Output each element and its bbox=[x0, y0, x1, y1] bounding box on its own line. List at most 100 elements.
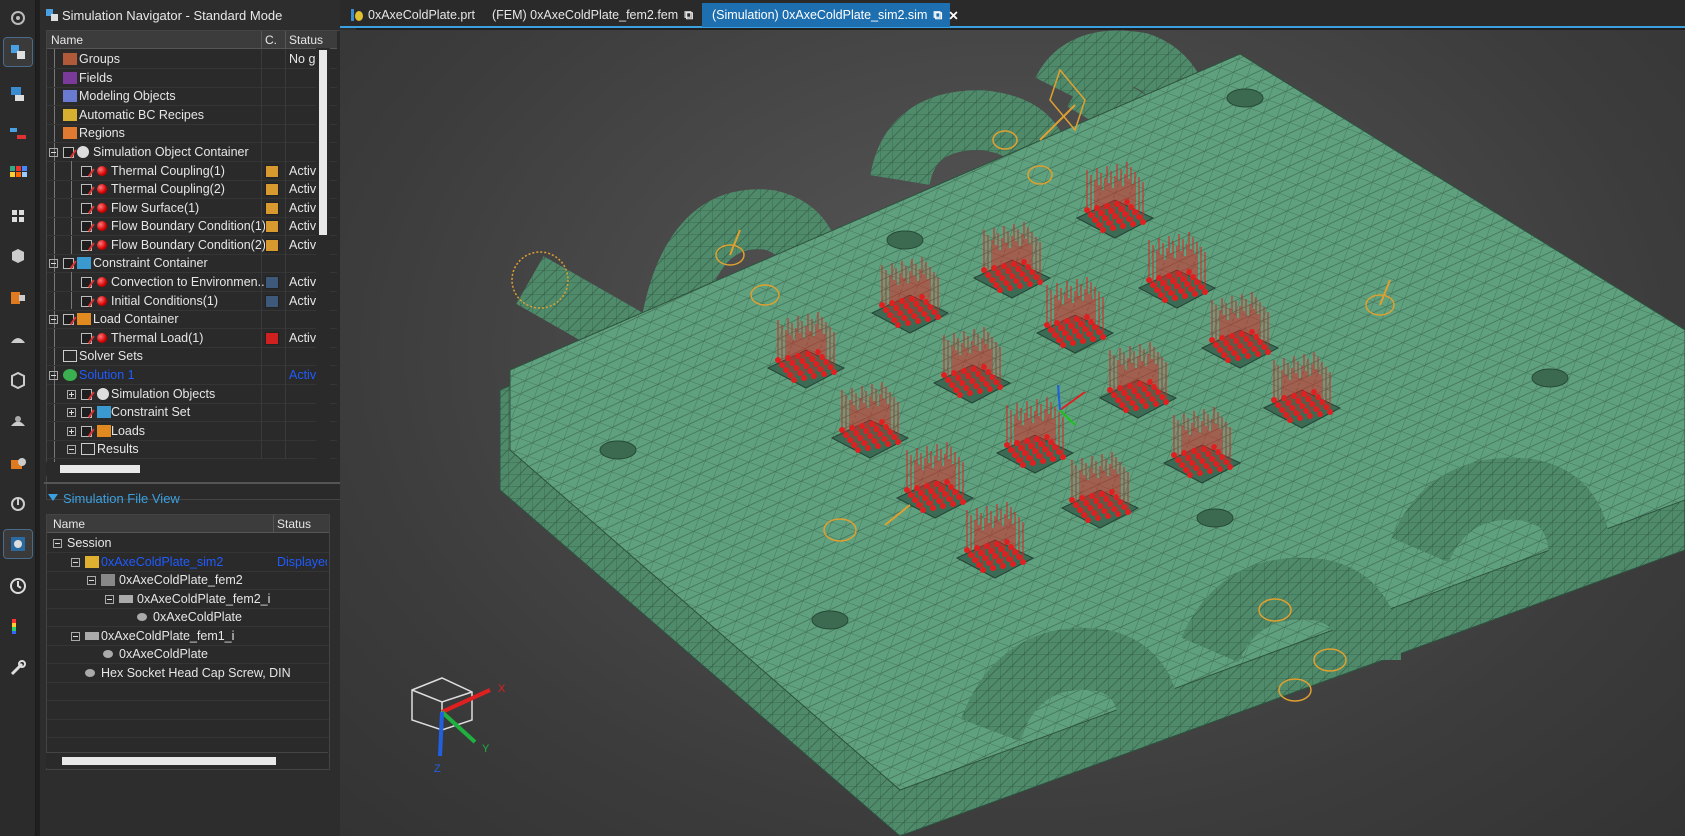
file-row-part-2[interactable]: 0xAxeColdPlate bbox=[47, 644, 329, 664]
expand-toggle[interactable] bbox=[67, 427, 76, 436]
panel-divider[interactable] bbox=[44, 482, 356, 484]
visibility-checkbox[interactable] bbox=[81, 426, 92, 437]
collapse-toggle[interactable] bbox=[49, 371, 58, 380]
color-swatch[interactable] bbox=[265, 332, 279, 345]
pin-icon[interactable]: ⧉ bbox=[684, 8, 693, 23]
tree-row-solver-sets[interactable]: Solver Sets bbox=[47, 346, 337, 366]
graphics-viewport[interactable]: X Y Z bbox=[340, 30, 1685, 836]
palette-icon[interactable] bbox=[4, 160, 32, 188]
file-row-fem2-i[interactable]: 0xAxeColdPlate_fem2_i bbox=[47, 589, 329, 609]
file-row-sim2[interactable]: 0xAxeColdPlate_sim2 Displayed bbox=[47, 552, 329, 572]
visibility-checkbox[interactable] bbox=[81, 240, 92, 251]
close-icon[interactable]: ✕ bbox=[948, 8, 958, 23]
visibility-checkbox[interactable] bbox=[81, 184, 92, 195]
color-swatch[interactable] bbox=[265, 239, 279, 252]
collapse-toggle[interactable] bbox=[71, 558, 80, 567]
column-name[interactable]: Name bbox=[51, 33, 83, 47]
collapse-toggle[interactable] bbox=[49, 315, 58, 324]
color-swatch[interactable] bbox=[265, 165, 279, 178]
tree-row-simulation-objects[interactable]: Simulation Objects bbox=[47, 384, 337, 404]
tree-row-constraint-container[interactable]: Constraint Container bbox=[47, 253, 337, 273]
visibility-checkbox[interactable] bbox=[81, 296, 92, 307]
tree-row-results[interactable]: Results bbox=[47, 439, 337, 459]
tree-row-convection-to-environment[interactable]: Convection to Environmen... Active bbox=[47, 272, 337, 292]
file-row-fem1-i[interactable]: 0xAxeColdPlate_fem1_i bbox=[47, 626, 329, 646]
pin-icon[interactable]: ⧉ bbox=[933, 8, 942, 23]
column-status[interactable]: Status bbox=[289, 33, 323, 47]
sim-file-view-icon[interactable] bbox=[3, 529, 33, 559]
part-navigator-icon[interactable] bbox=[4, 80, 32, 108]
collapse-toggle[interactable] bbox=[49, 148, 58, 157]
collapse-toggle[interactable] bbox=[105, 595, 114, 604]
file-view-horizontal-scrollbar[interactable] bbox=[46, 752, 328, 768]
file-row-part-1[interactable]: 0xAxeColdPlate bbox=[47, 607, 329, 627]
settings-gear-icon[interactable] bbox=[4, 4, 32, 32]
tools-icon[interactable] bbox=[4, 654, 32, 682]
color-swatch[interactable] bbox=[265, 295, 279, 308]
hd3d-tools-icon[interactable] bbox=[4, 408, 32, 436]
visibility-checkbox[interactable] bbox=[81, 333, 92, 344]
expand-toggle[interactable] bbox=[67, 408, 76, 417]
visibility-checkbox[interactable] bbox=[63, 314, 74, 325]
tree-row-thermal-coupling-1[interactable]: Thermal Coupling(1) Active bbox=[47, 161, 337, 181]
tree-row-regions[interactable]: Regions bbox=[47, 123, 337, 143]
navigator-horizontal-scrollbar[interactable] bbox=[46, 462, 316, 476]
visibility-checkbox[interactable] bbox=[81, 389, 92, 400]
cube-icon[interactable] bbox=[4, 242, 32, 270]
collapse-toggle[interactable] bbox=[71, 632, 80, 641]
visibility-checkbox[interactable] bbox=[81, 277, 92, 288]
tab-sim[interactable]: (Simulation) 0xAxeColdPlate_sim2.sim ⧉ ✕ bbox=[702, 3, 959, 27]
tab-prt[interactable]: 0xAxeColdPlate.prt bbox=[344, 3, 476, 27]
tree-row-modeling-objects[interactable]: Modeling Objects bbox=[47, 86, 337, 106]
collapse-toggle[interactable] bbox=[67, 445, 76, 454]
visibility-checkbox[interactable] bbox=[81, 221, 92, 232]
visibility-checkbox[interactable] bbox=[81, 203, 92, 214]
web-browser-icon[interactable] bbox=[4, 450, 32, 478]
color-swatch[interactable] bbox=[265, 220, 279, 233]
clock-icon[interactable] bbox=[4, 572, 32, 600]
file-row-session[interactable]: Session bbox=[47, 533, 329, 553]
file-row-hex-screw[interactable]: Hex Socket Head Cap Screw, DIN bbox=[47, 663, 329, 683]
grid-icon[interactable] bbox=[4, 202, 32, 230]
tree-row-constraint-set[interactable]: Constraint Set bbox=[47, 402, 337, 422]
tree-row-flow-boundary-condition-1[interactable]: Flow Boundary Condition(1) Active bbox=[47, 216, 337, 236]
column-name[interactable]: Name bbox=[53, 517, 85, 531]
navigator-vertical-scrollbar[interactable] bbox=[316, 48, 330, 460]
tree-row-load-container[interactable]: Load Container bbox=[47, 309, 337, 329]
tree-row-initial-conditions-1[interactable]: Initial Conditions(1) Active bbox=[47, 291, 337, 311]
tree-row-flow-boundary-condition-2[interactable]: Flow Boundary Condition(2) Active bbox=[47, 235, 337, 255]
tree-row-automatic-bc-recipes[interactable]: Automatic BC Recipes bbox=[47, 105, 337, 125]
collapse-arrow-icon[interactable] bbox=[48, 494, 58, 501]
tree-row-simulation-object-container[interactable]: Simulation Object Container bbox=[47, 142, 337, 162]
color-swatch[interactable] bbox=[265, 202, 279, 215]
assembly-navigator-icon[interactable] bbox=[4, 120, 32, 148]
tab-fem[interactable]: (FEM) 0xAxeColdPlate_fem2.fem ⧉ bbox=[482, 3, 693, 27]
tree-row-fields[interactable]: Fields bbox=[47, 68, 337, 88]
view-triad[interactable]: X Y Z bbox=[411, 677, 506, 775]
visibility-checkbox[interactable] bbox=[63, 258, 74, 269]
visibility-checkbox[interactable] bbox=[63, 147, 74, 158]
tree-row-solution-1[interactable]: Solution 1 Active bbox=[47, 365, 337, 385]
tree-row-thermal-load-1[interactable]: Thermal Load(1) Active bbox=[47, 328, 337, 348]
collapse-toggle[interactable] bbox=[53, 539, 62, 548]
simulation-file-view-header[interactable]: Simulation File View bbox=[44, 488, 330, 508]
role-icon[interactable] bbox=[4, 284, 32, 312]
collapse-toggle[interactable] bbox=[87, 576, 96, 585]
collapse-toggle[interactable] bbox=[49, 259, 58, 268]
file-row-fem2[interactable]: 0xAxeColdPlate_fem2 bbox=[47, 570, 329, 590]
history-icon[interactable] bbox=[4, 326, 32, 354]
reuse-library-icon[interactable] bbox=[4, 366, 32, 394]
tree-row-thermal-coupling-2[interactable]: Thermal Coupling(2) Active bbox=[47, 179, 337, 199]
model-view[interactable]: X Y Z bbox=[340, 30, 1685, 836]
color-swatch[interactable] bbox=[265, 276, 279, 289]
tree-row-loads[interactable]: Loads bbox=[47, 421, 337, 441]
visibility-checkbox[interactable] bbox=[81, 166, 92, 177]
visibility-checkbox[interactable] bbox=[81, 407, 92, 418]
expand-toggle[interactable] bbox=[67, 390, 76, 399]
color-swatch[interactable] bbox=[265, 183, 279, 196]
tree-row-groups[interactable]: Groups No gro bbox=[47, 49, 337, 69]
process-studio-icon[interactable] bbox=[4, 490, 32, 518]
column-c[interactable]: C. bbox=[265, 33, 277, 47]
simulation-navigator-icon[interactable] bbox=[3, 37, 33, 67]
column-status[interactable]: Status bbox=[277, 517, 311, 531]
